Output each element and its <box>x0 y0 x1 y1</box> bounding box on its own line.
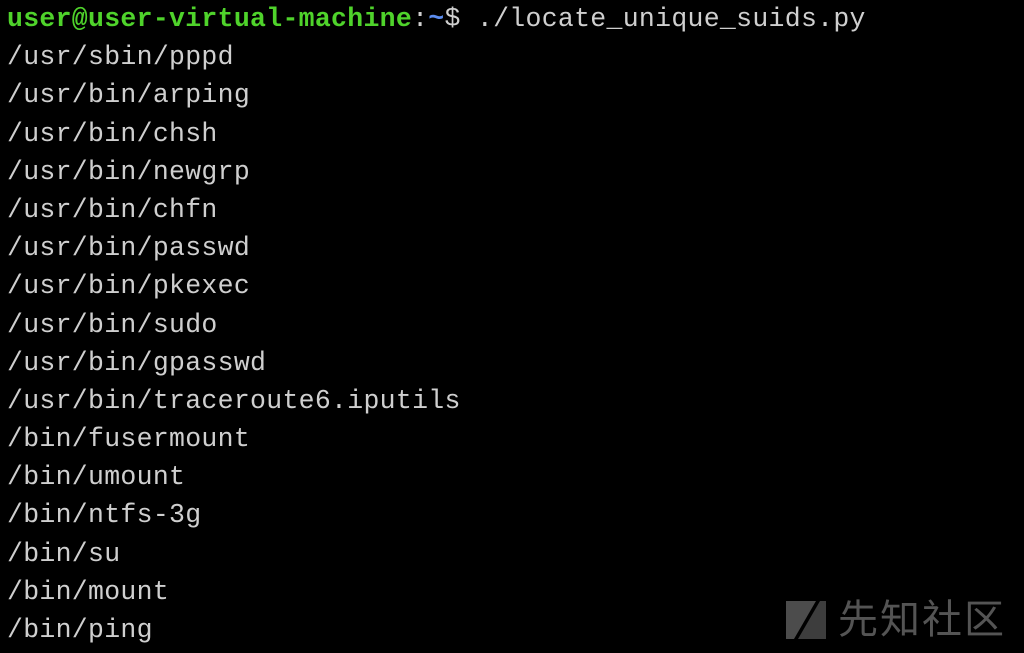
watermark: 先知社区 <box>780 595 1006 645</box>
output-line: /usr/bin/arping <box>7 80 251 111</box>
terminal-window[interactable]: user@user-virtual-machine:~$ ./locate_un… <box>0 0 1024 653</box>
xianzhi-logo-icon <box>786 601 826 639</box>
output-line: /usr/bin/passwd <box>7 233 251 264</box>
output-line: /usr/bin/newgrp <box>7 156 251 187</box>
output-line: /usr/bin/chsh <box>7 118 218 149</box>
output-line: /usr/sbin/pppd <box>7 42 234 73</box>
output-line: /bin/fusermount <box>7 424 251 455</box>
output-line: /usr/bin/gpasswd <box>7 347 267 378</box>
output-line: /bin/su <box>7 538 121 569</box>
output-line: /usr/bin/traceroute6.iputils <box>7 385 461 416</box>
output-line: /bin/ntfs-3g <box>7 500 202 531</box>
output-line: /usr/bin/sudo <box>7 309 218 340</box>
output-line: /usr/bin/chfn <box>7 194 218 225</box>
prompt-path: ~ <box>428 4 445 34</box>
prompt-command: ./locate_unique_suids.py <box>460 4 866 34</box>
prompt-line: user@user-virtual-machine:~$ ./locate_un… <box>7 0 1024 38</box>
output-line: /usr/bin/pkexec <box>7 271 251 302</box>
prompt-separator: : <box>412 4 429 34</box>
prompt-user-host: user@user-virtual-machine <box>7 4 413 34</box>
output-line: /bin/umount <box>7 462 186 493</box>
prompt-dollar: $ <box>444 4 461 34</box>
watermark-text: 先知社区 <box>838 597 1006 643</box>
